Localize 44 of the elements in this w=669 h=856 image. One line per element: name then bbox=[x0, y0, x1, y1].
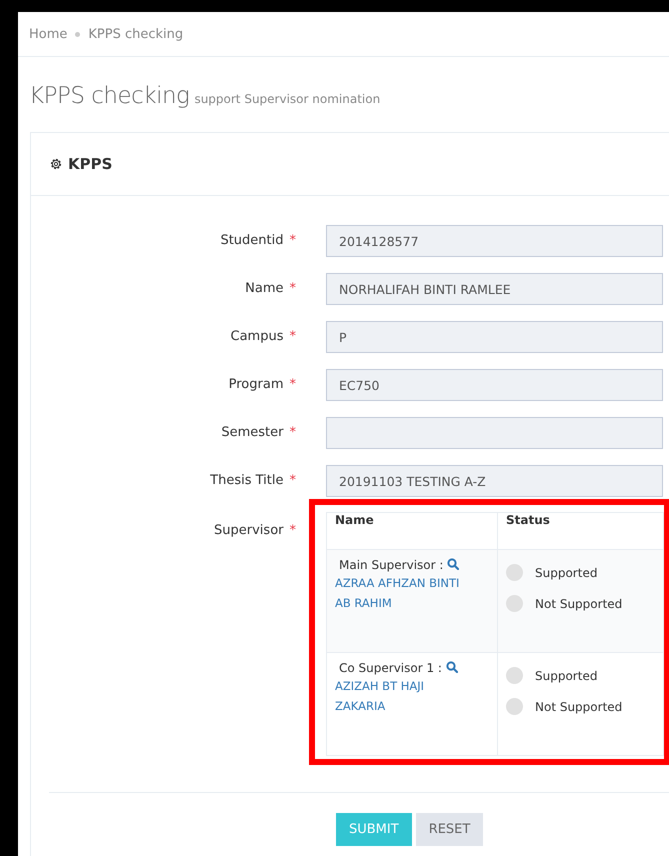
field-label: Supervisor bbox=[214, 523, 284, 538]
page-title: KPPS checking bbox=[29, 83, 190, 109]
radio-label: Supported bbox=[535, 566, 598, 580]
input-field[interactable]: NORHALIFAH BINTI RAMLEE bbox=[326, 273, 663, 305]
field-label: Name bbox=[245, 281, 284, 296]
required-mark: * bbox=[290, 233, 296, 248]
field-label: Thesis Title bbox=[210, 473, 284, 488]
page-subtitle: support Supervisor nomination bbox=[194, 92, 380, 106]
radio-label: Not Supported bbox=[535, 596, 622, 610]
required-mark: * bbox=[290, 281, 296, 296]
field-label: Semester bbox=[221, 425, 284, 440]
required-mark: * bbox=[290, 523, 296, 538]
supervisor-role: Co Supervisor 1 : bbox=[339, 661, 442, 675]
supervisor-name-link[interactable]: AZIZAH BT HAJI ZAKARIA bbox=[335, 676, 475, 716]
search-icon[interactable] bbox=[447, 558, 460, 570]
required-mark: * bbox=[290, 377, 296, 392]
column-header: Name bbox=[326, 512, 498, 550]
card-title: KPPS bbox=[68, 155, 112, 173]
field-label: Studentid bbox=[220, 233, 284, 248]
gear-icon bbox=[49, 157, 63, 171]
radio-button[interactable] bbox=[506, 667, 523, 684]
field-label: Campus bbox=[230, 329, 284, 344]
radio-button[interactable] bbox=[506, 595, 523, 612]
input-field[interactable]: P bbox=[326, 321, 663, 353]
breadcrumb-link[interactable]: KPPS checking bbox=[88, 26, 184, 42]
radio-label: Supported bbox=[535, 668, 598, 682]
input-field[interactable]: 20191103 TESTING A-Z bbox=[326, 465, 663, 497]
required-mark: * bbox=[290, 473, 296, 488]
required-mark: * bbox=[290, 425, 296, 440]
supervisor-name-link[interactable]: AZRAA AFHZAN BINTI AB RAHIM bbox=[335, 573, 475, 613]
radio-label: Not Supported bbox=[535, 700, 622, 714]
separator-dot bbox=[75, 32, 80, 36]
radio-button[interactable] bbox=[506, 698, 523, 715]
column-header: Status bbox=[498, 512, 664, 550]
reset-button[interactable]: RESET bbox=[416, 813, 484, 846]
breadcrumb-link[interactable]: Home bbox=[29, 26, 68, 42]
input-field[interactable]: 2014128577 bbox=[326, 225, 663, 257]
input-field[interactable] bbox=[326, 417, 663, 449]
radio-button[interactable] bbox=[506, 564, 523, 581]
required-mark: * bbox=[290, 329, 296, 344]
supervisor-role: Main Supervisor : bbox=[339, 558, 444, 572]
field-label: Program bbox=[228, 377, 284, 392]
input-field[interactable]: EC750 bbox=[326, 369, 663, 401]
search-icon[interactable] bbox=[446, 661, 458, 673]
